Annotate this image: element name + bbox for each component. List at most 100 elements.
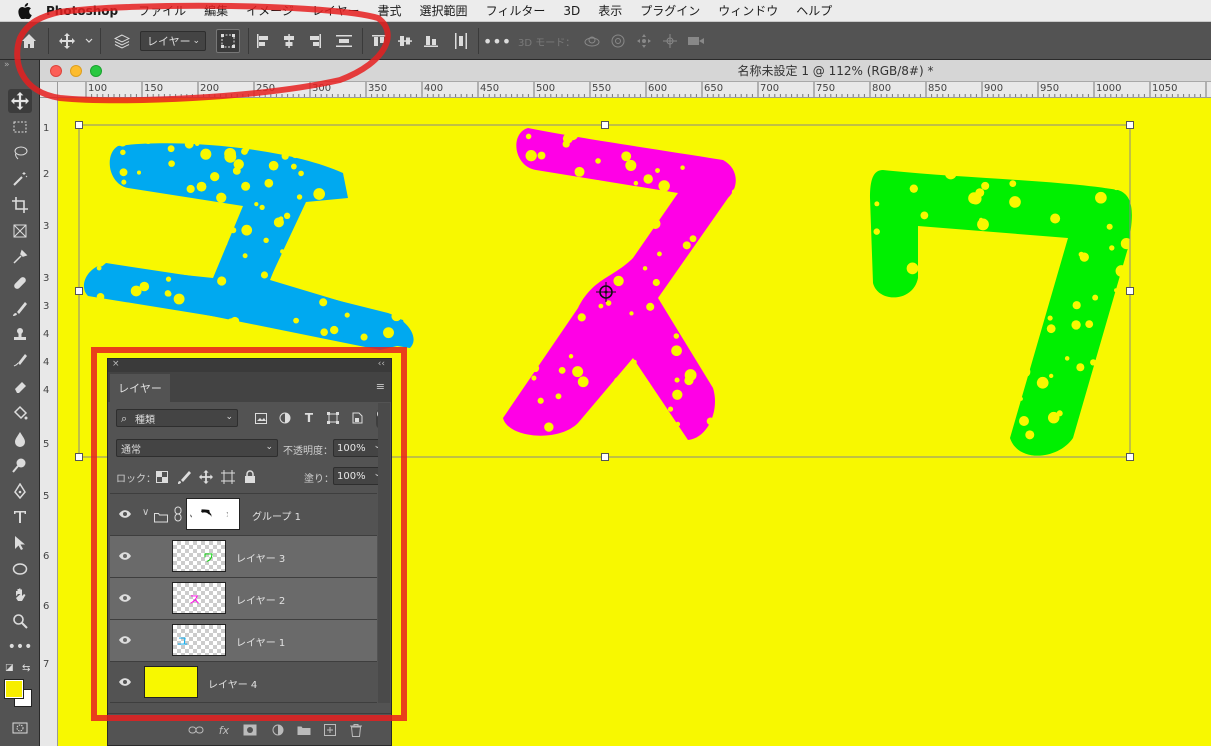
foreground-color-swatch[interactable] — [4, 679, 24, 699]
trash-icon[interactable] — [348, 722, 364, 738]
fx-icon[interactable]: fx — [216, 722, 232, 738]
group-mask-thumbnail[interactable] — [186, 498, 240, 530]
frame-icon[interactable] — [8, 219, 32, 243]
brush-icon[interactable] — [8, 297, 32, 321]
add-mask-icon[interactable] — [242, 722, 258, 738]
lock-position-icon[interactable] — [199, 470, 213, 484]
pen-icon[interactable] — [8, 479, 32, 503]
visibility-eye-icon[interactable] — [118, 550, 132, 562]
filter-type-icon[interactable]: T — [302, 411, 316, 425]
eyedropper-icon[interactable] — [8, 245, 32, 269]
show-transform-controls-icon[interactable] — [216, 29, 240, 53]
filter-smart-object-icon[interactable] — [350, 411, 364, 425]
lock-all-icon[interactable] — [243, 470, 257, 484]
marquee-icon[interactable] — [8, 115, 32, 139]
layer-thumbnail[interactable] — [144, 666, 198, 698]
filter-shape-icon[interactable] — [326, 411, 340, 425]
layer-thumbnail[interactable]: ユ — [172, 624, 226, 656]
3d-pan-icon[interactable] — [634, 30, 654, 52]
move-tool-preset-icon[interactable] — [58, 30, 94, 52]
lock-artboard-icon[interactable] — [221, 470, 235, 484]
ruler-origin[interactable] — [40, 82, 58, 98]
auto-select-target-dropdown[interactable]: レイヤー ⌄ — [140, 31, 206, 51]
minimize-window-button[interactable] — [70, 65, 82, 77]
move-icon[interactable] — [8, 89, 32, 113]
layer-row[interactable]: ユ レイヤー 1 — [110, 619, 377, 661]
auto-select-layers-icon[interactable] — [112, 30, 132, 52]
blend-mode-dropdown[interactable]: 通常 ⌄ — [116, 439, 278, 457]
collapse-icon[interactable]: » — [4, 60, 10, 70]
menu-help[interactable]: ヘルプ — [796, 2, 832, 19]
3d-orbit-icon[interactable] — [582, 30, 602, 52]
menu-file[interactable]: ファイル — [138, 2, 186, 19]
lock-transparent-pixels-icon[interactable] — [155, 470, 169, 484]
history-brush-icon[interactable] — [8, 349, 32, 373]
tab-layers[interactable]: レイヤー — [110, 374, 170, 402]
home-icon[interactable] — [18, 30, 40, 52]
layer-thumbnail[interactable]: ス — [172, 582, 226, 614]
distribute-icon[interactable] — [334, 30, 354, 52]
layer-row[interactable]: ス レイヤー 2 — [110, 577, 377, 619]
align-vertical-center-icon[interactable] — [396, 30, 414, 52]
chevron-down-icon[interactable]: ∨ — [142, 507, 149, 518]
quick-mask-icon[interactable] — [8, 716, 32, 740]
horizontal-ruler[interactable]: 100 150 200 250 300 350 400 450 500 550 … — [58, 82, 1211, 98]
distribute-vertical-icon[interactable] — [452, 30, 470, 52]
path-selection-icon[interactable] — [8, 531, 32, 555]
layer-row[interactable]: レイヤー 4 — [110, 661, 377, 703]
collapse-panel-icon[interactable]: ‹‹ — [378, 359, 385, 369]
3d-roll-icon[interactable] — [608, 30, 628, 52]
3d-slide-icon[interactable] — [660, 30, 680, 52]
layer-row[interactable]: ワ レイヤー 3 — [110, 535, 377, 577]
menu-select[interactable]: 選択範囲 — [420, 2, 468, 19]
lock-image-pixels-icon[interactable] — [177, 470, 191, 484]
hand-icon[interactable] — [8, 583, 32, 607]
app-menu-photoshop[interactable]: Photoshop — [46, 4, 118, 18]
menu-type[interactable]: 書式 — [378, 2, 402, 19]
more-tools-icon[interactable]: ••• — [8, 635, 33, 659]
visibility-eye-icon[interactable] — [118, 592, 132, 604]
filter-adjustment-icon[interactable] — [278, 411, 292, 425]
crop-icon[interactable] — [8, 193, 32, 217]
align-top-icon[interactable] — [370, 30, 388, 52]
zoom-window-button[interactable] — [90, 65, 102, 77]
default-colors-icon[interactable]: ◪ — [5, 663, 14, 673]
apple-logo-icon[interactable] — [16, 2, 34, 20]
ellipse-icon[interactable] — [8, 557, 32, 581]
close-panel-icon[interactable]: × — [112, 359, 120, 369]
menu-plugins[interactable]: プラグイン — [640, 2, 700, 19]
align-bottom-icon[interactable] — [422, 30, 440, 52]
3d-scale-icon[interactable] — [686, 30, 706, 52]
panel-menu-icon[interactable]: ≡ — [376, 380, 385, 393]
menu-layer[interactable]: レイヤー — [312, 2, 360, 19]
menu-image[interactable]: イメージ — [246, 2, 294, 19]
clone-stamp-icon[interactable] — [8, 323, 32, 347]
visibility-eye-icon[interactable] — [118, 634, 132, 646]
more-options-icon[interactable]: ••• — [483, 30, 511, 52]
healing-brush-icon[interactable] — [8, 271, 32, 295]
magic-wand-icon[interactable] — [8, 167, 32, 191]
type-icon[interactable] — [8, 505, 32, 529]
layer-group-row[interactable]: ∨ グループ 1 — [110, 493, 377, 535]
lasso-icon[interactable] — [8, 141, 32, 165]
align-horizontal-center-icon[interactable] — [280, 30, 298, 52]
paint-bucket-icon[interactable] — [8, 401, 32, 425]
layer-filter-kind-dropdown[interactable]: ⌕ 種類 ⌄ — [116, 409, 238, 427]
visibility-eye-icon[interactable] — [118, 508, 132, 520]
close-window-button[interactable] — [50, 65, 62, 77]
link-layers-icon[interactable] — [188, 722, 204, 738]
align-left-icon[interactable] — [254, 30, 272, 52]
layers-scrollbar[interactable] — [378, 403, 390, 703]
vertical-ruler[interactable]: 1 2 3 3 3 4 4 4 5 5 6 6 7 — [40, 98, 58, 746]
new-layer-icon[interactable] — [322, 722, 338, 738]
align-right-icon[interactable] — [306, 30, 324, 52]
menu-window[interactable]: ウィンドウ — [718, 2, 778, 19]
menu-filter[interactable]: フィルター — [486, 2, 546, 19]
dodge-icon[interactable] — [8, 453, 32, 477]
eraser-icon[interactable] — [8, 375, 32, 399]
filter-pixel-icon[interactable] — [254, 411, 268, 425]
new-group-icon[interactable] — [296, 722, 312, 738]
menu-view[interactable]: 表示 — [598, 2, 622, 19]
menu-edit[interactable]: 編集 — [204, 2, 228, 19]
menu-3d[interactable]: 3D — [563, 4, 580, 18]
